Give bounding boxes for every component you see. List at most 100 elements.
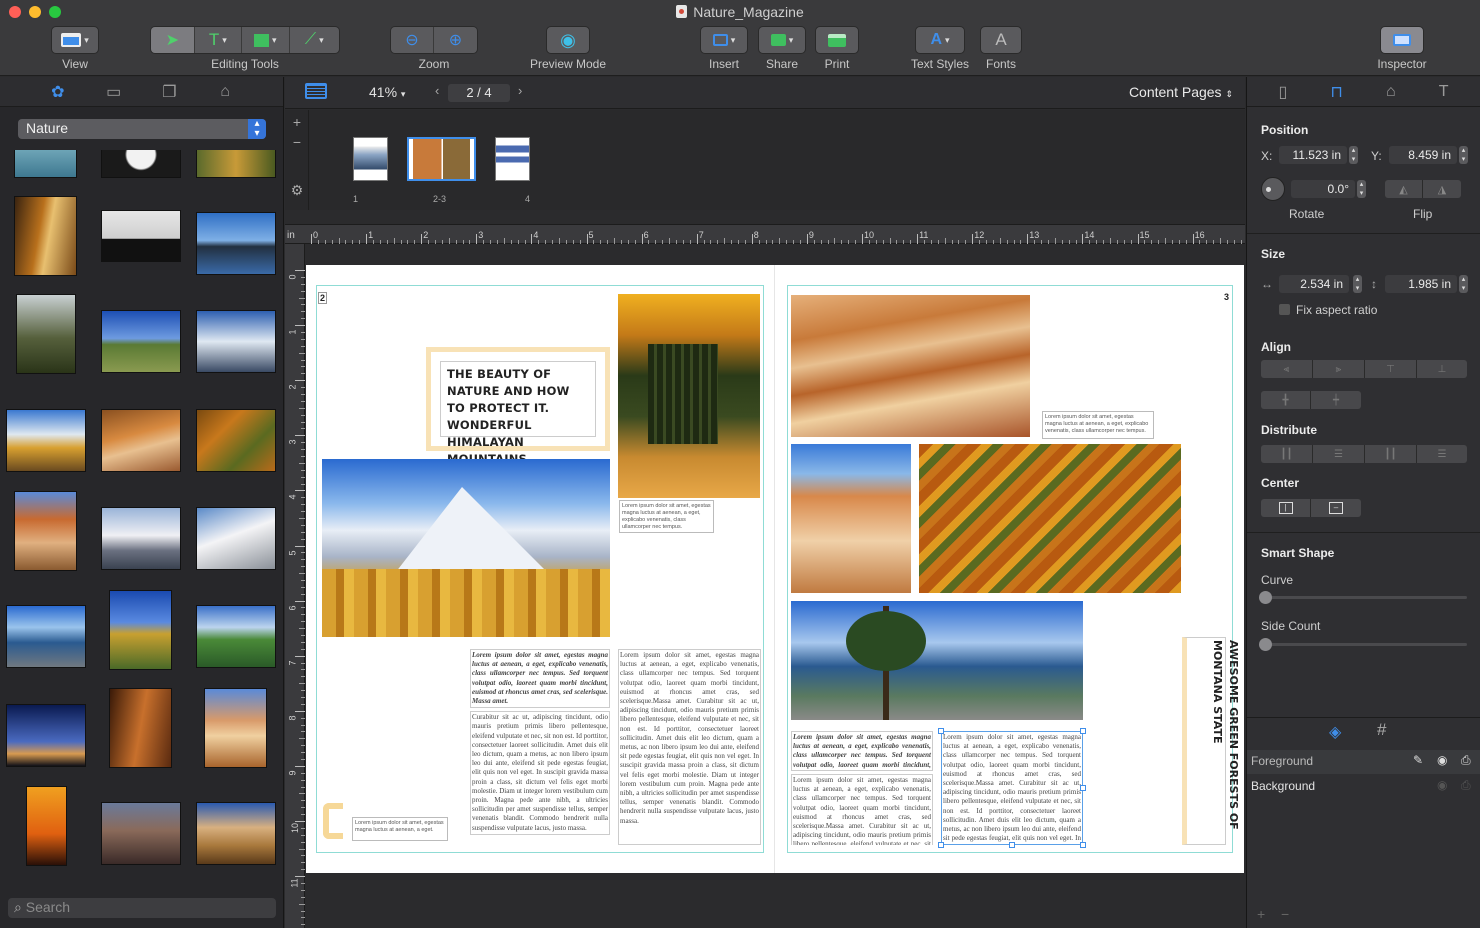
gallery-thumb[interactable] [204,688,267,768]
x-stepper[interactable]: ▴ ▾ [1349,146,1358,164]
height-field[interactable]: 1.985 in [1385,275,1457,293]
align-left-button[interactable]: ⫷ [1261,360,1313,378]
printer-icon[interactable]: ⎙ [1461,778,1471,793]
content-pages-dropdown[interactable]: Content Pages ⇕ [1129,84,1233,100]
zoom-out-button[interactable]: ⊖ [391,27,435,53]
gallery-thumb[interactable] [6,704,86,767]
inspector-button[interactable] [1380,26,1424,54]
text-tool-button[interactable]: T ▾ [194,27,243,53]
photo-caption[interactable]: Lorem ipsum dolor sit amet, egestas magn… [352,817,448,841]
gallery-thumb[interactable] [101,409,181,472]
gallery-thumb[interactable] [14,196,77,276]
image-icon[interactable]: ▭ [99,82,129,102]
flip-horizontal-button[interactable]: ◭ [1385,180,1423,198]
gallery-thumb[interactable] [109,688,172,768]
shapes-icon[interactable]: ❐ [154,82,184,102]
pencil-icon[interactable]: ✎ [1413,753,1423,767]
body-text-column[interactable]: Lorem ipsum dolor sit amet, egestas magn… [791,731,933,845]
align-right-button[interactable]: ⫸ [1313,360,1365,378]
curve-slider-knob[interactable] [1259,591,1272,604]
view-button[interactable]: ▾ [51,26,99,54]
gallery-thumb[interactable] [6,409,86,472]
gallery-thumb[interactable] [196,507,276,570]
eye-icon[interactable]: ◉ [1437,778,1447,792]
text-icon[interactable]: T [1439,83,1449,101]
eye-icon[interactable]: ◉ [1437,753,1447,767]
photo-autumn-forest[interactable] [618,294,760,498]
y-stepper[interactable]: ▴ ▾ [1459,146,1468,164]
gallery-thumb[interactable] [196,150,276,178]
align-bottom-button[interactable]: ⊥ [1417,360,1467,378]
gallery-thumb[interactable] [101,210,181,262]
layer-background[interactable]: Background ◉ ⎙ [1247,775,1480,799]
gallery-thumb[interactable] [16,294,76,374]
add-page-button[interactable]: + [285,114,309,130]
page-thumbnail-1[interactable] [353,137,388,181]
photo-autumn-canopy[interactable] [919,444,1181,593]
center-horizontally-button[interactable]: | [1261,499,1311,517]
printer-icon[interactable]: ⎙ [1461,753,1471,768]
photo-snowy-mountains[interactable] [322,459,610,637]
next-page-button[interactable]: › [518,83,522,98]
gallery-thumb[interactable] [101,150,181,178]
photo-caption[interactable]: Lorem ipsum dolor sit amet, egestas magn… [619,500,714,533]
gallery-thumb[interactable] [26,786,67,866]
align-middle-button[interactable]: ┿ [1311,391,1361,409]
selection-handle[interactable] [1080,785,1086,791]
photo-lake-pine[interactable] [791,601,1083,720]
center-vertically-button[interactable]: – [1311,499,1361,517]
y-position-field[interactable]: 8.459 in [1389,146,1457,164]
body-text-column[interactable]: Lorem ipsum dolor sit amet, egestas magn… [470,649,610,845]
height-stepper[interactable]: ▴ ▾ [1459,275,1468,293]
remove-layer-button[interactable]: − [1281,906,1289,922]
page-thumbnail-2-3[interactable] [407,137,476,181]
print-button[interactable] [815,26,859,54]
layer-foreground[interactable]: Foreground ✎ ◉ ⎙ [1247,750,1480,774]
photo-rock-spire[interactable] [791,444,911,593]
distribute-left-button[interactable]: ┃┃ [1261,445,1313,463]
selected-text-box[interactable]: Lorem ipsum dolor sit amet, egestas magn… [941,731,1083,845]
clip-icon[interactable]: ⌂ [210,83,240,101]
page-thumbnail-4[interactable] [495,137,530,181]
text-styles-button[interactable]: A ▾ [915,26,965,54]
insert-button[interactable]: ▾ [700,26,748,54]
shape-tool-button[interactable]: ▾ [242,27,290,53]
add-layer-button[interactable]: + [1257,906,1265,922]
gallery-thumb[interactable] [101,310,181,373]
rotate-field[interactable]: 0.0° [1291,180,1355,198]
selection-handle[interactable] [938,728,944,734]
gallery-thumb[interactable] [101,507,181,570]
x-position-field[interactable]: 11.523 in [1279,146,1347,164]
gallery-thumb[interactable] [6,605,86,668]
gallery-thumb[interactable] [101,802,181,865]
two-page-view-icon[interactable] [305,83,327,99]
headline-text[interactable]: THE BEAUTY OF NATURE AND HOW TO PROTECT … [440,361,596,466]
distribute-top-button[interactable]: ☰ [1313,445,1365,463]
gallery-thumb[interactable] [196,409,276,472]
gallery-thumb[interactable] [196,310,276,373]
fix-aspect-checkbox[interactable] [1279,304,1290,315]
align-top-button[interactable]: ⊤ [1365,360,1417,378]
preview-mode-button[interactable]: ◉ [546,26,590,54]
curve-slider[interactable] [1259,591,1467,604]
side-count-slider-knob[interactable] [1259,638,1272,651]
line-tool-button[interactable]: ⟋ ▾ [289,27,339,53]
align-center-horizontal-button[interactable]: ╋ [1261,391,1311,409]
document-canvas[interactable]: 2 3 THE BEAUTY OF NATURE AND HOW TO PROT… [305,244,1245,928]
gear-icon[interactable]: ⚙ [285,182,309,199]
document-icon[interactable]: ▯ [1279,82,1288,102]
photo-painted-hills[interactable] [791,295,1030,437]
previous-page-button[interactable]: ‹ [435,83,439,98]
flower-icon[interactable]: ✿ [43,82,73,102]
remove-page-button[interactable]: − [285,134,309,150]
selection-handle[interactable] [1080,728,1086,734]
selection-handle[interactable] [938,842,944,848]
distribute-center-button[interactable]: ┃┃ [1365,445,1417,463]
gallery-thumb[interactable] [14,150,77,178]
grid-icon[interactable]: # [1377,720,1386,740]
headline-box[interactable]: THE BEAUTY OF NATURE AND HOW TO PROTECT … [426,347,610,466]
fonts-button[interactable]: A [980,26,1022,54]
side-count-slider[interactable] [1259,638,1467,651]
selection-handle[interactable] [1080,842,1086,848]
select-tool-button[interactable]: ➤ [151,27,195,53]
